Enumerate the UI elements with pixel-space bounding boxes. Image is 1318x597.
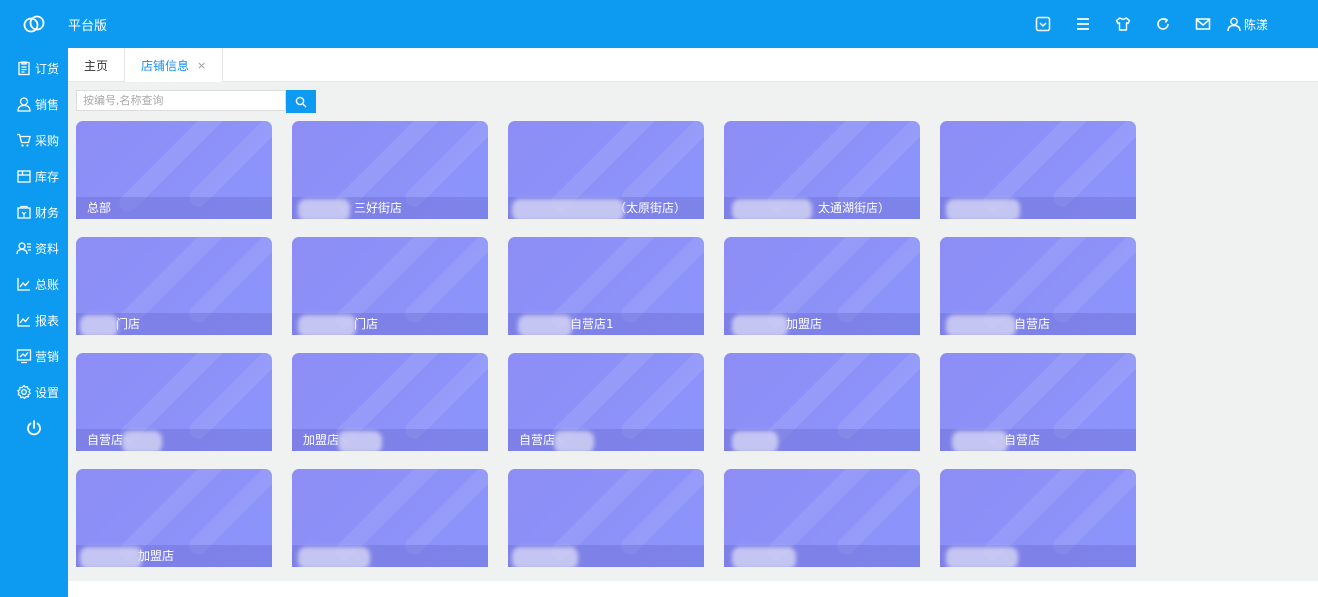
sidebar-item-label: 订货	[35, 61, 60, 76]
contacts-icon	[16, 242, 31, 255]
store-card[interactable]: 自营店	[940, 353, 1136, 451]
store-card[interactable]: 加盟店	[724, 237, 920, 335]
store-card[interactable]: 门店	[76, 237, 272, 335]
tab-label: 主页	[84, 58, 109, 73]
search-input[interactable]	[76, 90, 286, 111]
clipboard-icon	[18, 61, 30, 76]
sidebar: 订货 销售 采购 库存 财务 资料 总账 报表 营销 设置	[0, 48, 68, 597]
store-name: 自营店	[76, 429, 272, 451]
store-card[interactable]: 自营店1	[508, 237, 704, 335]
tab-close-icon[interactable]: ×	[197, 59, 206, 72]
sidebar-item-data[interactable]: 资料	[0, 230, 68, 266]
store-card[interactable]	[940, 121, 1136, 219]
sidebar-item-label: 设置	[35, 385, 60, 400]
store-card[interactable]: 自营店	[508, 353, 704, 451]
line-chart-icon	[17, 278, 30, 291]
store-card[interactable]: （太原街店）	[508, 121, 704, 219]
sidebar-item-sales[interactable]: 销售	[0, 86, 68, 122]
store-name: 自营店	[508, 429, 704, 451]
user-icon	[1227, 17, 1241, 32]
store-list-panel: 总部 三好街店 （太原街店） 太通湖街店） 门店 门店 自营店1 加盟店 自营店…	[68, 82, 1318, 581]
store-card[interactable]: 总部	[76, 121, 272, 219]
mail-icon[interactable]	[1192, 13, 1214, 35]
store-name: 加盟店	[292, 429, 488, 451]
store-card[interactable]	[940, 469, 1136, 567]
footer-strip	[68, 581, 1318, 597]
app-title: 平台版	[68, 19, 108, 34]
sidebar-item-finance[interactable]: 财务	[0, 194, 68, 230]
line-chart-icon	[17, 314, 30, 327]
store-card[interactable]: 三好街店	[292, 121, 488, 219]
store-card[interactable]	[724, 353, 920, 451]
logout-button[interactable]	[0, 410, 68, 446]
cart-icon	[17, 133, 31, 147]
store-card[interactable]	[508, 469, 704, 567]
user-name: 陈漾	[1243, 17, 1268, 32]
shirt-theme-icon[interactable]	[1112, 13, 1134, 35]
tab-bar: 主页 店铺信息 ×	[68, 48, 1318, 82]
search-icon	[295, 96, 307, 107]
sidebar-item-reports[interactable]: 报表	[0, 302, 68, 338]
sidebar-item-label: 报表	[35, 313, 60, 328]
menu-icon[interactable]	[1072, 13, 1094, 35]
monitor-chart-icon	[16, 349, 32, 364]
store-card[interactable]: 自营店	[940, 237, 1136, 335]
store-card[interactable]: 门店	[292, 237, 488, 335]
dropdown-box-icon[interactable]	[1032, 13, 1054, 35]
store-card[interactable]	[724, 469, 920, 567]
refresh-icon[interactable]	[1152, 13, 1174, 35]
search-button[interactable]	[286, 90, 316, 113]
cloud-logo-icon	[20, 12, 48, 36]
gear-icon	[17, 384, 31, 399]
tab-label: 店铺信息	[141, 58, 190, 73]
sidebar-item-order[interactable]: 订货	[0, 50, 68, 86]
sidebar-item-marketing[interactable]: 营销	[0, 338, 68, 374]
store-card[interactable]	[292, 469, 488, 567]
tab-store-info[interactable]: 店铺信息 ×	[125, 48, 224, 82]
sidebar-item-inventory[interactable]: 库存	[0, 158, 68, 194]
user-menu[interactable]: 陈漾	[1226, 16, 1268, 33]
person-icon	[17, 97, 31, 112]
sidebar-item-label: 销售	[35, 97, 60, 112]
sidebar-item-label: 采购	[35, 133, 60, 148]
sidebar-item-label: 营销	[35, 349, 60, 364]
sidebar-item-label: 资料	[35, 241, 60, 256]
tab-home[interactable]: 主页	[68, 48, 126, 82]
sidebar-item-ledger[interactable]: 总账	[0, 266, 68, 302]
store-card[interactable]: 加盟店	[76, 469, 272, 567]
sidebar-item-purchase[interactable]: 采购	[0, 122, 68, 158]
store-card[interactable]: 自营店	[76, 353, 272, 451]
store-name: 总部	[76, 197, 272, 219]
store-card[interactable]: 加盟店	[292, 353, 488, 451]
sidebar-item-label: 库存	[35, 169, 60, 184]
sidebar-item-label: 总账	[35, 277, 60, 292]
sidebar-item-label: 财务	[35, 205, 60, 220]
sidebar-item-settings[interactable]: 设置	[0, 374, 68, 410]
power-icon	[27, 420, 41, 436]
storage-box-icon	[17, 170, 31, 183]
safe-icon	[17, 205, 31, 219]
top-bar: 平台版 陈漾	[0, 0, 1318, 48]
store-card[interactable]: 太通湖街店）	[724, 121, 920, 219]
